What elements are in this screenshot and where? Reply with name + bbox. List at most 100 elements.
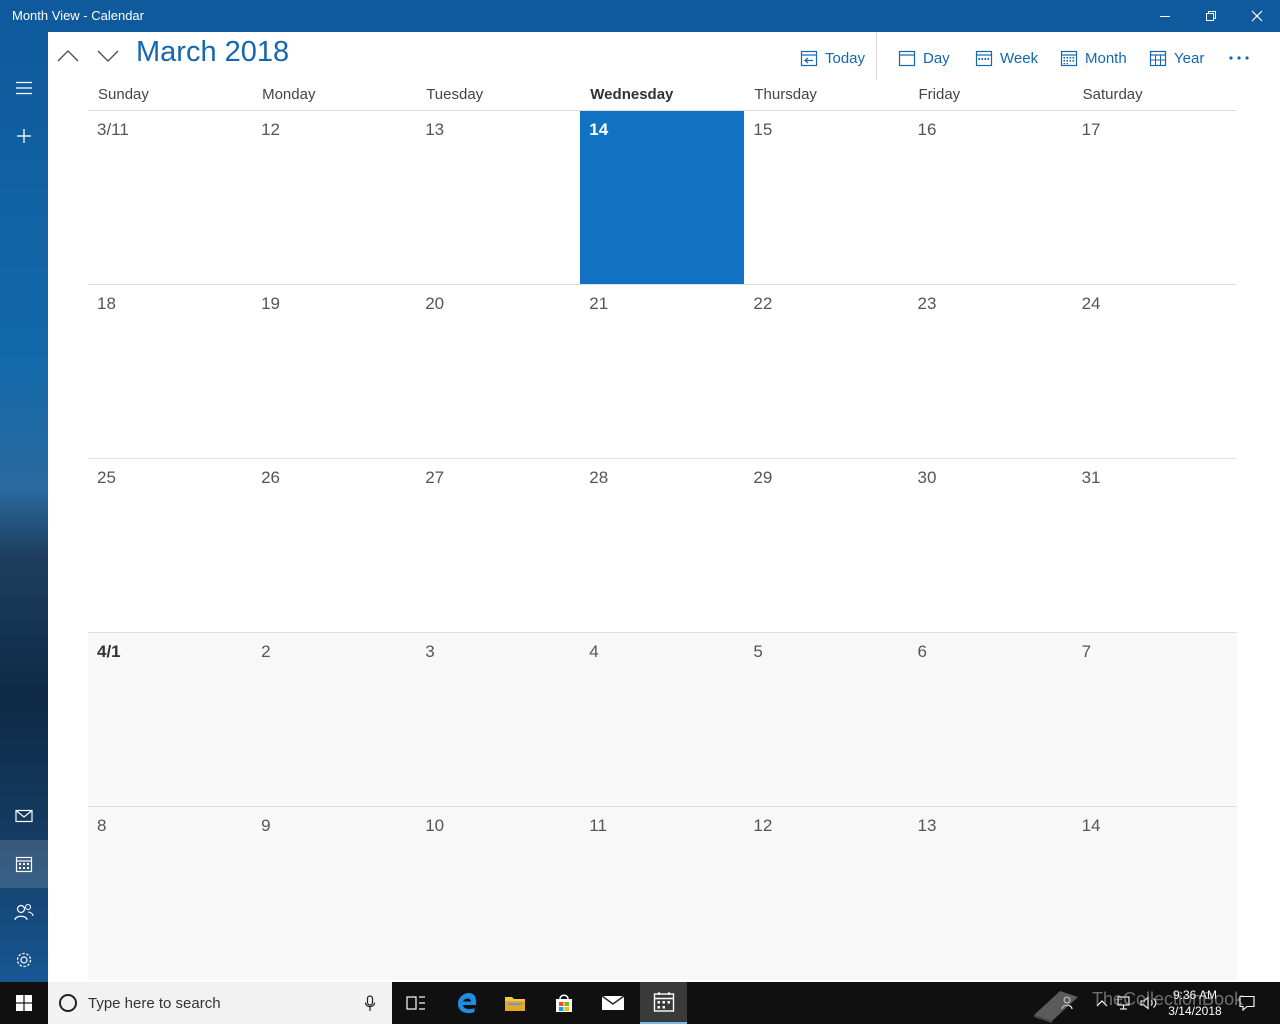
day-number: 3 xyxy=(425,642,435,661)
day-cell[interactable]: 13 xyxy=(416,111,580,284)
day-cell[interactable]: 9 xyxy=(252,807,416,980)
day-number: 5 xyxy=(753,642,763,661)
week-view-button[interactable]: Week xyxy=(975,44,1038,72)
day-number: 28 xyxy=(589,468,609,487)
week-row: 4/1 2 3 4 5 6 7 xyxy=(88,632,1237,806)
day-cell-today[interactable]: 14 xyxy=(580,111,745,284)
microphone-icon[interactable] xyxy=(364,995,376,1012)
start-button[interactable] xyxy=(0,982,48,1024)
cortana-icon xyxy=(59,994,77,1012)
week-row: 3/11 12 13 14 15 16 17 xyxy=(88,110,1237,284)
weekday-header-tuesday: Tuesday xyxy=(426,86,484,103)
year-view-button[interactable]: Year xyxy=(1149,44,1204,72)
day-cell[interactable]: 14 xyxy=(1073,807,1237,980)
toolbar-divider xyxy=(876,32,877,80)
day-cell[interactable]: 24 xyxy=(1073,285,1237,458)
day-number: 13 xyxy=(917,816,937,835)
new-event-button[interactable] xyxy=(0,112,48,160)
calendar-app-button[interactable] xyxy=(640,982,687,1024)
calendar-app-icon xyxy=(653,992,674,1012)
day-cell[interactable]: 15 xyxy=(744,111,908,284)
week-row: 8 9 10 11 12 13 14 xyxy=(88,806,1237,980)
day-cell[interactable]: 12 xyxy=(252,111,416,284)
day-number: 9 xyxy=(261,816,271,835)
mail-app-icon xyxy=(601,995,625,1010)
day-cell[interactable]: 21 xyxy=(580,285,744,458)
chevron-up-icon xyxy=(57,50,79,62)
weekday-header-friday: Friday xyxy=(918,86,961,103)
day-cell[interactable]: 3 xyxy=(416,633,580,806)
day-cell[interactable]: 27 xyxy=(416,459,580,632)
day-cell[interactable]: 30 xyxy=(909,459,1073,632)
week-view-icon xyxy=(975,50,993,67)
day-cell[interactable]: 8 xyxy=(88,807,252,980)
day-cell[interactable]: 7 xyxy=(1073,633,1237,806)
minimize-button[interactable] xyxy=(1142,0,1188,32)
day-number: 24 xyxy=(1081,294,1101,313)
day-cell[interactable]: 20 xyxy=(416,285,580,458)
app-sidebar xyxy=(0,32,48,982)
day-number: 12 xyxy=(753,816,773,835)
weekday-header-wednesday: Wednesday xyxy=(590,86,674,103)
next-month-button[interactable] xyxy=(88,40,128,72)
day-cell[interactable]: 17 xyxy=(1073,111,1237,284)
day-number: 25 xyxy=(97,468,116,487)
day-cell[interactable]: 28 xyxy=(580,459,744,632)
day-cell[interactable]: 26 xyxy=(252,459,416,632)
day-cell[interactable]: 25 xyxy=(88,459,252,632)
day-cell[interactable]: 23 xyxy=(909,285,1073,458)
hamburger-icon xyxy=(16,81,32,95)
day-view-label: Day xyxy=(923,49,950,67)
day-number: 12 xyxy=(261,120,281,139)
day-cell[interactable]: 31 xyxy=(1073,459,1237,632)
edge-browser-button[interactable] xyxy=(446,982,488,1024)
day-cell[interactable]: 10 xyxy=(416,807,580,980)
day-cell[interactable]: 29 xyxy=(744,459,908,632)
people-button[interactable] xyxy=(0,888,48,936)
day-number: 16 xyxy=(917,120,937,139)
more-options-button[interactable] xyxy=(1228,44,1250,72)
day-cell[interactable]: 19 xyxy=(252,285,416,458)
day-number: 3/11 xyxy=(97,120,129,139)
day-cell[interactable]: 11 xyxy=(580,807,744,980)
day-cell[interactable]: 4 xyxy=(580,633,744,806)
day-cell[interactable]: 13 xyxy=(909,807,1073,980)
day-cell[interactable]: 16 xyxy=(909,111,1073,284)
day-cell[interactable]: 2 xyxy=(252,633,416,806)
day-cell[interactable]: 5 xyxy=(744,633,908,806)
day-cell[interactable]: 12 xyxy=(744,807,908,980)
restore-button[interactable] xyxy=(1188,0,1234,32)
search-placeholder: Type here to search xyxy=(88,995,221,1012)
previous-month-button[interactable] xyxy=(48,40,88,72)
today-button[interactable]: Today xyxy=(800,44,865,72)
menu-button[interactable] xyxy=(0,64,48,112)
store-button[interactable] xyxy=(543,982,585,1024)
day-view-button[interactable]: Day xyxy=(898,44,950,72)
day-number: 13 xyxy=(425,120,445,139)
day-cell[interactable]: 22 xyxy=(744,285,908,458)
taskbar-search-box[interactable]: Type here to search xyxy=(48,982,392,1024)
day-cell[interactable]: 3/11 xyxy=(88,111,252,284)
month-view-button[interactable]: Month xyxy=(1060,44,1127,72)
day-number: 8 xyxy=(97,816,107,835)
day-cell[interactable]: 6 xyxy=(909,633,1073,806)
week-row: 18 19 20 21 22 23 24 xyxy=(88,284,1237,458)
week-row: 25 26 27 28 29 30 31 xyxy=(88,458,1237,632)
day-number: 11 xyxy=(589,816,607,835)
windows-logo-icon xyxy=(16,995,32,1011)
mail-app-button[interactable] xyxy=(592,982,634,1024)
task-view-button[interactable] xyxy=(395,982,437,1024)
weekday-header-thursday: Thursday xyxy=(754,86,817,103)
mail-button[interactable] xyxy=(0,792,48,840)
file-explorer-button[interactable] xyxy=(494,982,536,1024)
settings-button[interactable] xyxy=(0,936,48,984)
day-number: 4/1 xyxy=(97,642,121,661)
day-cell[interactable]: 18 xyxy=(88,285,252,458)
day-cell[interactable]: 4/1 xyxy=(88,633,252,806)
close-button[interactable] xyxy=(1234,0,1280,32)
day-number: 10 xyxy=(425,816,445,835)
day-number: 19 xyxy=(261,294,281,313)
day-number: 22 xyxy=(753,294,773,313)
calendar-button[interactable] xyxy=(0,840,48,888)
window-title: Month View - Calendar xyxy=(12,8,144,23)
